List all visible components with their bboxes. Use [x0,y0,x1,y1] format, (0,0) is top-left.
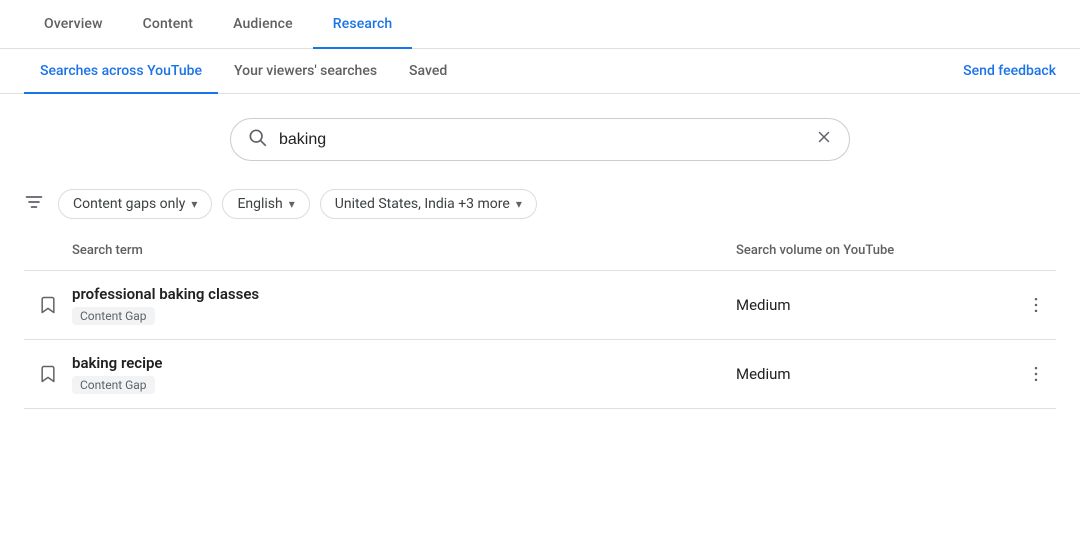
subnav-searches-youtube[interactable]: Searches across YouTube [24,49,218,93]
search-term-cell: baking recipe Content Gap [72,354,736,394]
chevron-down-icon: ▾ [516,197,522,211]
nav-item-content[interactable]: Content [123,0,213,48]
clear-search-button[interactable] [815,128,833,151]
nav-item-research[interactable]: Research [313,0,413,48]
chevron-down-icon: ▾ [289,197,295,211]
subnav-saved[interactable]: Saved [393,49,463,93]
volume-value: Medium [736,365,1016,383]
sub-nav: Searches across YouTube Your viewers' se… [0,49,1080,94]
search-area [0,94,1080,177]
content-gap-badge: Content Gap [72,376,155,394]
search-term-cell: professional baking classes Content Gap [72,285,736,325]
search-box [230,118,850,161]
content-gap-badge: Content Gap [72,307,155,325]
results-table: Search term Search volume on YouTube pro… [0,231,1080,409]
content-gaps-filter[interactable]: Content gaps only ▾ [58,189,212,219]
bookmark-button[interactable] [24,364,72,384]
search-input[interactable] [279,131,815,149]
table-row: professional baking classes Content Gap … [24,271,1056,340]
search-icon [247,127,267,152]
term-title: baking recipe [72,354,736,372]
filters-row: Content gaps only ▾ English ▾ United Sta… [0,177,1080,231]
column-header-volume: Search volume on YouTube [736,243,1016,258]
more-options-button[interactable] [1016,295,1056,315]
table-row: baking recipe Content Gap Medium [24,340,1056,409]
content-gaps-label: Content gaps only [73,196,185,212]
filter-lines-icon [24,192,44,217]
subnav-viewers-searches[interactable]: Your viewers' searches [218,49,393,93]
column-header-term: Search term [72,243,736,258]
nav-item-audience[interactable]: Audience [213,0,313,48]
location-label: United States, India +3 more [335,196,510,212]
language-label: English [237,196,282,212]
table-header: Search term Search volume on YouTube [24,231,1056,271]
volume-value: Medium [736,296,1016,314]
bookmark-button[interactable] [24,295,72,315]
language-filter[interactable]: English ▾ [222,189,309,219]
chevron-down-icon: ▾ [191,197,197,211]
nav-item-overview[interactable]: Overview [24,0,123,48]
location-filter[interactable]: United States, India +3 more ▾ [320,189,537,219]
more-options-button[interactable] [1016,364,1056,384]
top-nav: Overview Content Audience Research [0,0,1080,49]
term-title: professional baking classes [72,285,736,303]
send-feedback-button[interactable]: Send feedback [963,49,1056,93]
